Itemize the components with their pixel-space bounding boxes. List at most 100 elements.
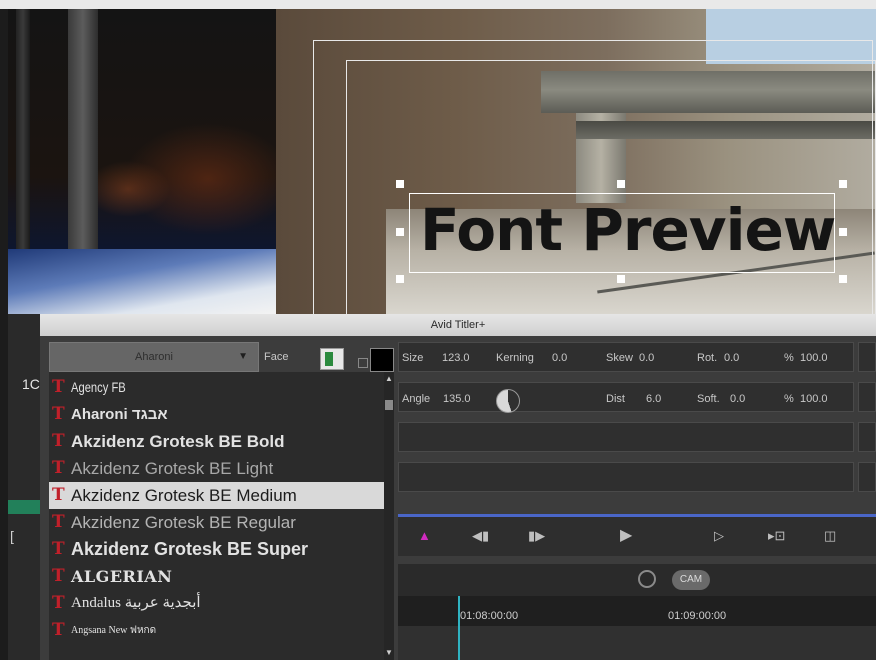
- font-name: Agency FB: [71, 379, 126, 395]
- angle-value[interactable]: 135.0: [443, 393, 471, 405]
- snow-bank: [8, 249, 276, 314]
- font-list-scrollbar[interactable]: ▲ ▼: [384, 372, 394, 660]
- font-list-item[interactable]: T Akzidenz Grotesk BE Light: [49, 455, 384, 482]
- empty-row: [398, 462, 854, 492]
- resize-handle-left[interactable]: [396, 228, 404, 236]
- truetype-font-icon: T: [52, 566, 65, 586]
- angle-dial-icon[interactable]: [496, 389, 520, 413]
- font-name: ALGERIAN: [71, 567, 173, 586]
- angle-label: Angle: [402, 393, 431, 405]
- side-button[interactable]: [858, 382, 876, 412]
- side-button[interactable]: [858, 342, 876, 372]
- timeline-toolbar: [398, 564, 876, 596]
- font-list-item[interactable]: T Angsana New ฟหกด: [49, 617, 384, 644]
- timecode-fragment: 1C: [22, 376, 40, 392]
- truetype-font-icon: T: [52, 377, 65, 397]
- truetype-font-icon: T: [52, 458, 65, 478]
- transport-bar: ▲ ◀▮ ▮▶ ▶ ▷ ▸⊡ ◫: [398, 514, 876, 556]
- distance-label: Dist: [606, 393, 625, 405]
- font-dropdown-value: Aharoni: [135, 351, 173, 363]
- font-name: Akzidenz Grotesk BE Super: [71, 539, 309, 559]
- play-icon[interactable]: ▶: [620, 525, 632, 545]
- position-bar[interactable]: [398, 514, 876, 517]
- font-name: Akzidenz Grotesk BE Bold: [71, 432, 285, 451]
- face-color-swatch[interactable]: [370, 348, 394, 372]
- shadow-opacity-label: %: [784, 393, 794, 405]
- chevron-down-icon: ▼: [238, 351, 248, 362]
- font-list-item[interactable]: T Akzidenz Grotesk BE Super: [49, 536, 384, 563]
- font-name: Angsana New ฟหกด: [71, 625, 157, 636]
- mark-in-bracket[interactable]: [: [10, 528, 14, 544]
- kerning-label: Kerning: [496, 352, 534, 364]
- skew-value[interactable]: 0.0: [639, 352, 654, 364]
- play-loop-icon[interactable]: ▸⊡: [768, 528, 785, 544]
- kerning-value[interactable]: 0.0: [552, 352, 567, 364]
- title-safe-guide: [346, 60, 876, 314]
- timecode-label: 01:09:00:00: [668, 610, 727, 622]
- timeline-track-area[interactable]: [398, 626, 876, 660]
- shadow-opacity-value[interactable]: 100.0: [800, 393, 828, 405]
- softness-value[interactable]: 0.0: [730, 393, 745, 405]
- font-list-item[interactable]: T ALGERIAN: [49, 563, 384, 590]
- marker-icon[interactable]: ▲: [418, 528, 431, 543]
- truetype-font-icon: T: [52, 539, 65, 559]
- resize-handle-top[interactable]: [617, 180, 625, 188]
- step-forward-icon[interactable]: ▮▶: [528, 528, 545, 544]
- size-value[interactable]: 123.0: [442, 352, 470, 364]
- truetype-font-icon: T: [52, 431, 65, 451]
- scroll-thumb[interactable]: [385, 400, 393, 410]
- scroll-down-icon[interactable]: ▼: [384, 648, 394, 658]
- skew-label: Skew: [606, 352, 633, 364]
- font-list-item[interactable]: T Agency FB: [49, 374, 384, 401]
- size-label: Size: [402, 352, 424, 364]
- font-list-item[interactable]: T Akzidenz Grotesk BE Regular: [49, 509, 384, 536]
- record-monitor[interactable]: Font Preview: [276, 9, 876, 314]
- truetype-font-icon: T: [52, 593, 65, 613]
- title-text-box[interactable]: Font Preview: [409, 193, 836, 273]
- font-name: Akzidenz Grotesk BE Light: [71, 459, 274, 478]
- font-list-item[interactable]: T Andalus أبجدية عربية: [49, 590, 384, 617]
- resize-handle-br[interactable]: [839, 275, 847, 283]
- step-back-icon[interactable]: ◀▮: [472, 528, 489, 544]
- camera-icon[interactable]: CAM: [672, 570, 710, 590]
- side-button[interactable]: [858, 462, 876, 492]
- play-next-icon[interactable]: ▷: [714, 528, 724, 544]
- empty-row: [398, 422, 854, 452]
- opacity-label: %: [784, 352, 794, 364]
- truetype-font-icon: T: [52, 512, 65, 532]
- resize-handle-tl[interactable]: [396, 180, 404, 188]
- top-bar: [0, 0, 876, 9]
- rotation-value[interactable]: 0.0: [724, 352, 739, 364]
- source-monitor[interactable]: [8, 9, 276, 314]
- fill-checkbox[interactable]: [358, 358, 368, 368]
- split-view-icon[interactable]: ◫: [824, 528, 836, 544]
- panel-title[interactable]: Avid Titler+: [40, 314, 876, 336]
- font-list-dropdown[interactable]: T Agency FB T Aharoni אבגד T Akzidenz Gr…: [49, 372, 394, 660]
- titler-panel: Avid Titler+ Aharoni ▼ Face Size 123.0 K…: [40, 314, 876, 660]
- truetype-font-icon: T: [52, 620, 65, 640]
- timecode-label: 01:08:00:00: [460, 610, 519, 622]
- face-toggle[interactable]: [320, 348, 344, 370]
- side-button[interactable]: [858, 422, 876, 452]
- font-name: Andalus أبجدية عربية: [71, 595, 201, 611]
- font-name: Aharoni אבגד: [71, 406, 168, 423]
- face-label: Face: [264, 351, 289, 363]
- font-list-item[interactable]: T Akzidenz Grotesk BE Bold: [49, 428, 384, 455]
- font-name: Akzidenz Grotesk BE Regular: [71, 513, 296, 532]
- truetype-font-icon: T: [52, 485, 65, 505]
- resize-handle-bottom[interactable]: [617, 275, 625, 283]
- resize-handle-tr[interactable]: [839, 180, 847, 188]
- resize-handle-right[interactable]: [839, 228, 847, 236]
- font-dropdown[interactable]: Aharoni ▼: [49, 342, 259, 372]
- softness-label: Soft.: [697, 393, 720, 405]
- scroll-up-icon[interactable]: ▲: [384, 374, 394, 384]
- font-preview-text[interactable]: Font Preview: [420, 196, 836, 264]
- distance-value[interactable]: 6.0: [646, 393, 661, 405]
- rotation-label: Rot.: [697, 352, 718, 364]
- opacity-value[interactable]: 100.0: [800, 352, 828, 364]
- record-circle-icon[interactable]: [638, 570, 656, 588]
- resize-handle-bl[interactable]: [396, 275, 404, 283]
- playhead[interactable]: [458, 596, 460, 660]
- font-list-item-selected[interactable]: T Akzidenz Grotesk BE Medium: [49, 482, 384, 509]
- font-list-item[interactable]: T Aharoni אבגד: [49, 401, 384, 428]
